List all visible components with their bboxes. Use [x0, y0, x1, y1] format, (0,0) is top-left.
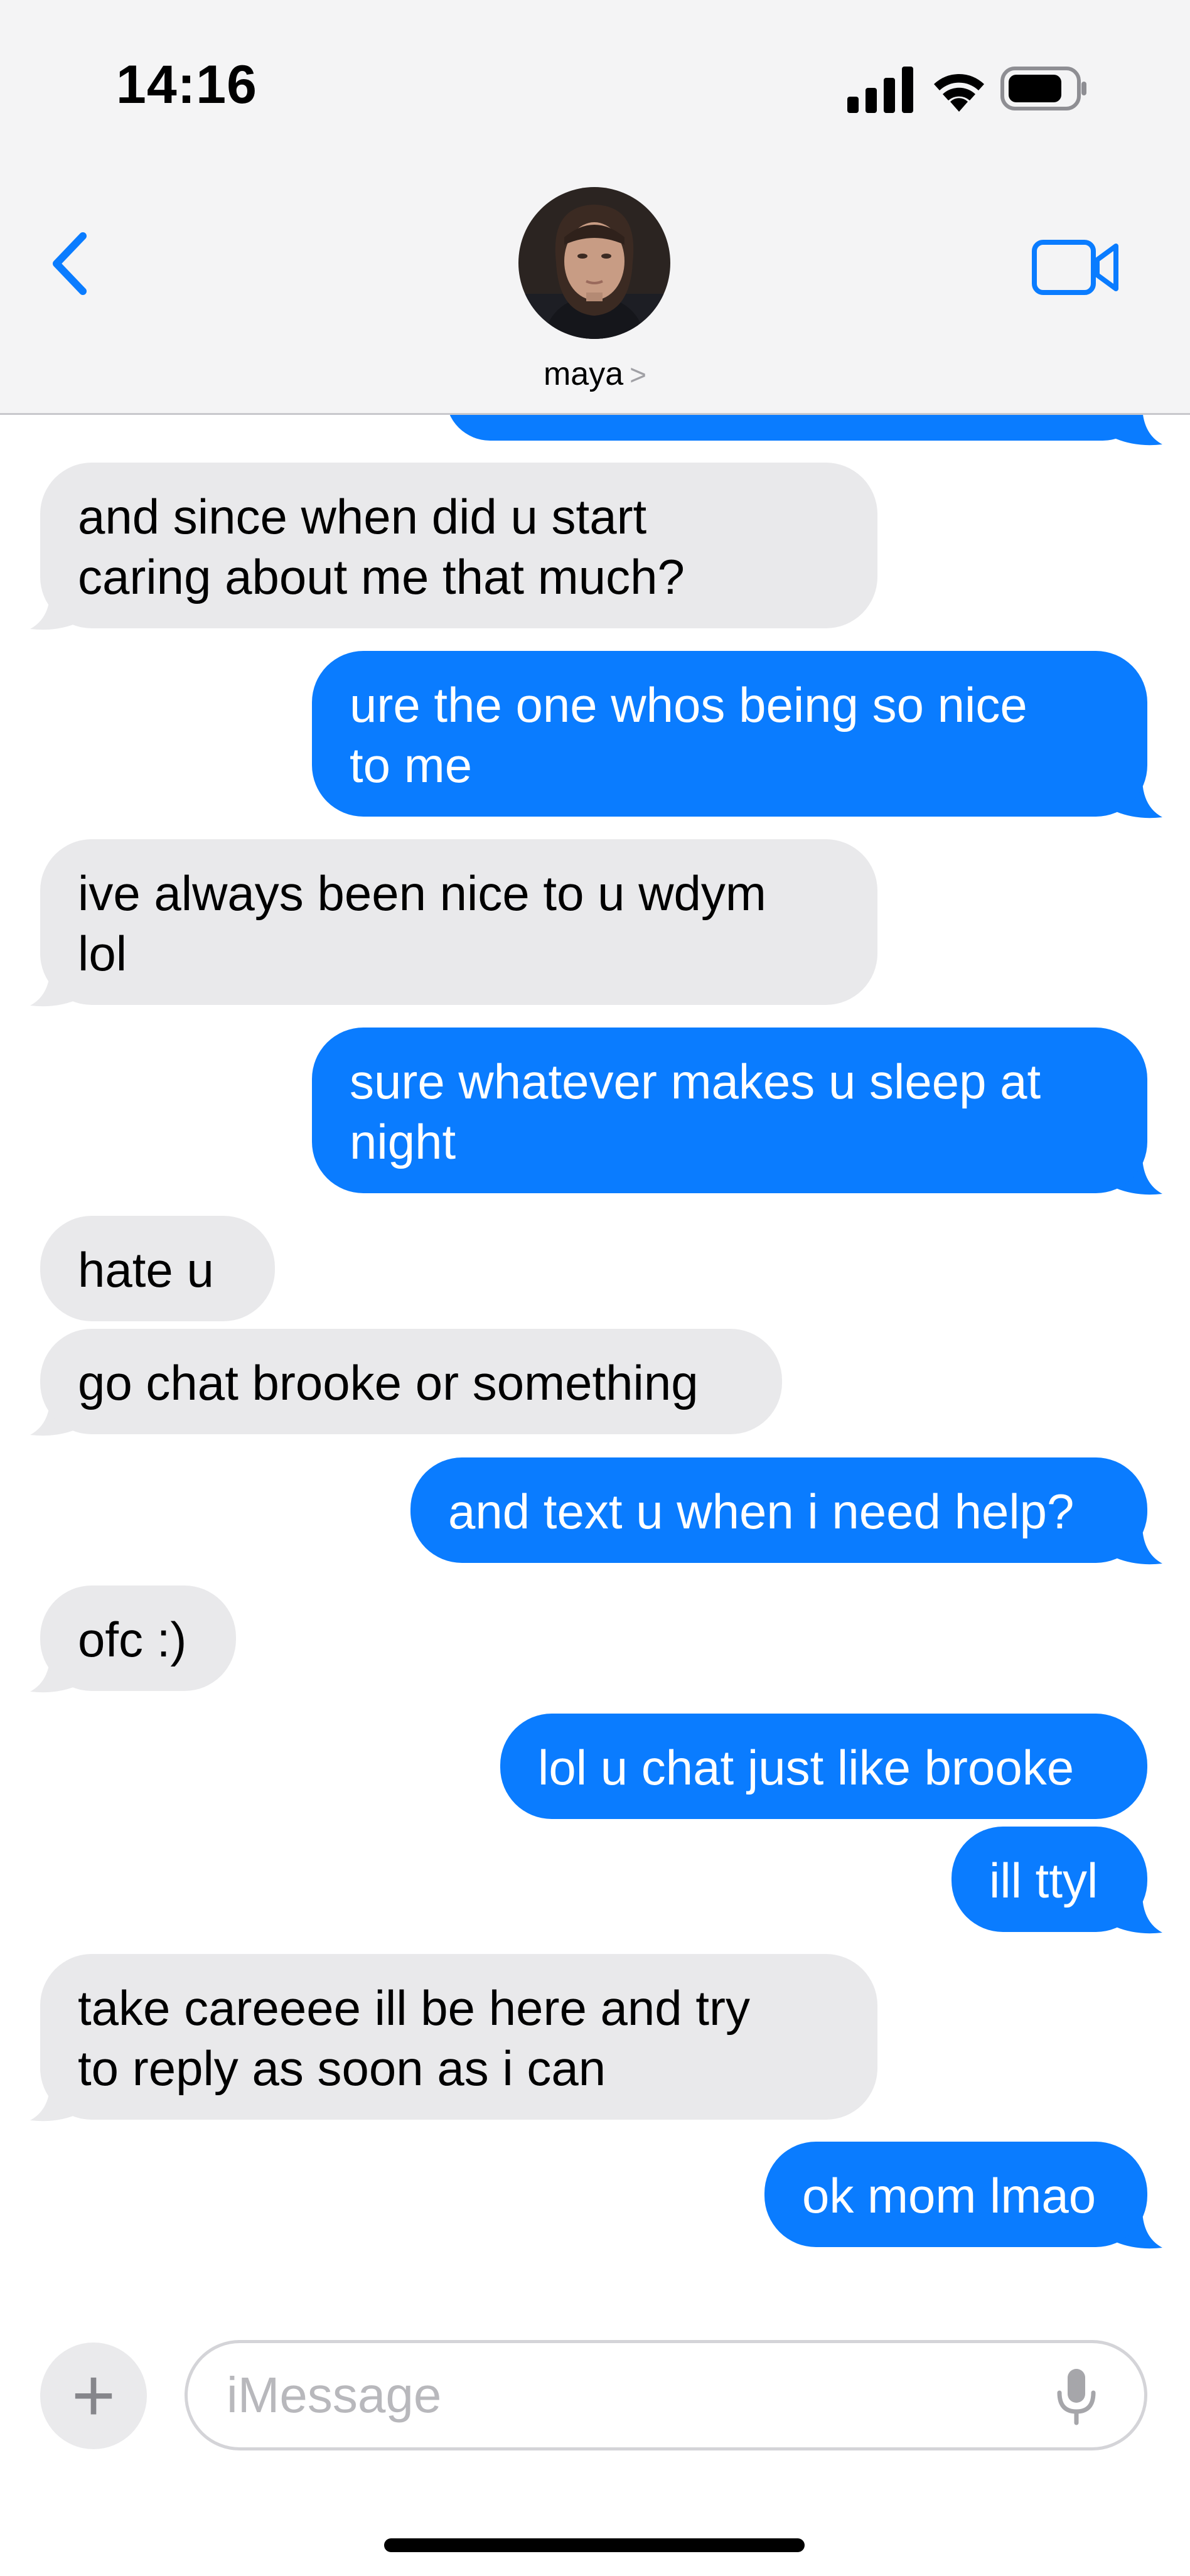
contact-name-row[interactable]: maya > — [0, 355, 1190, 393]
message-bubble-sent[interactable]: lol u chat just like brooke — [500, 1714, 1147, 1819]
facetime-video-button[interactable] — [1029, 232, 1123, 301]
back-button[interactable] — [44, 226, 100, 301]
battery-icon — [1000, 67, 1086, 110]
message-bubble-sent[interactable]: and text u when i need help? — [410, 1457, 1147, 1563]
conversation-header: 14:16 maya > — [0, 0, 1190, 415]
message-bubble-received[interactable]: take careeee ill be here and try to repl… — [40, 1954, 877, 2120]
chevron-left-icon — [53, 232, 87, 295]
message-bubble-received[interactable]: go chat brooke or something — [40, 1329, 782, 1434]
contact-avatar[interactable] — [518, 187, 670, 339]
message-text: go chat brooke or something — [78, 1355, 699, 1410]
message-bubble-sent[interactable]: ill ttyl — [951, 1827, 1147, 1932]
message-text: lol u chat just like brooke — [538, 1740, 1075, 1795]
message-text: and since when did u start — [78, 489, 647, 544]
message-text: ill ttyl — [989, 1853, 1098, 1908]
imessage-input[interactable] — [185, 2340, 1147, 2450]
video-camera-icon — [1032, 240, 1118, 295]
message-text: night — [350, 1114, 456, 1169]
message-bubble-received[interactable]: hate u — [40, 1216, 275, 1321]
cellular-signal-icon — [847, 67, 913, 113]
message-text: ive always been nice to u wdym — [78, 866, 766, 921]
message-text: ok mom lmao — [802, 2168, 1096, 2223]
message-text: to reply as soon as i can — [78, 2041, 606, 2096]
chevron-right-icon: > — [630, 358, 647, 391]
message-text: lol — [78, 926, 127, 981]
message-bubble-received[interactable]: ive always been nice to u wdym lol — [40, 839, 877, 1005]
message-bubble-sent[interactable]: ure the one whos being so nice to me — [312, 651, 1147, 817]
message-text: hate u — [78, 1242, 214, 1297]
contact-name: maya — [543, 356, 624, 392]
message-text: sure whatever makes u sleep at — [350, 1054, 1041, 1109]
wifi-icon — [934, 74, 984, 112]
status-time: 14:16 — [116, 55, 257, 115]
message-text: caring about me that much? — [78, 549, 685, 604]
message-text: ure the one whos being so nice — [350, 677, 1027, 733]
message-text: and text u when i need help? — [448, 1484, 1075, 1539]
message-text: ofc :) — [78, 1612, 187, 1667]
plus-icon: + — [71, 2353, 116, 2437]
home-indicator[interactable] — [384, 2538, 805, 2552]
microphone-icon[interactable] — [1054, 2366, 1098, 2427]
message-bubble-sent[interactable]: sure whatever makes u sleep at night — [312, 1028, 1147, 1193]
message-bubble-sent[interactable]: ok mom lmao — [764, 2142, 1147, 2247]
message-text: to me — [350, 738, 473, 793]
message-text: take careeee ill be here and try — [78, 1980, 750, 2036]
message-bubble-received[interactable]: ofc :) — [40, 1586, 236, 1691]
contact-photo — [518, 187, 670, 339]
add-attachment-button[interactable]: + — [40, 2343, 147, 2449]
message-bubble-received[interactable]: and since when did u start caring about … — [40, 463, 877, 628]
